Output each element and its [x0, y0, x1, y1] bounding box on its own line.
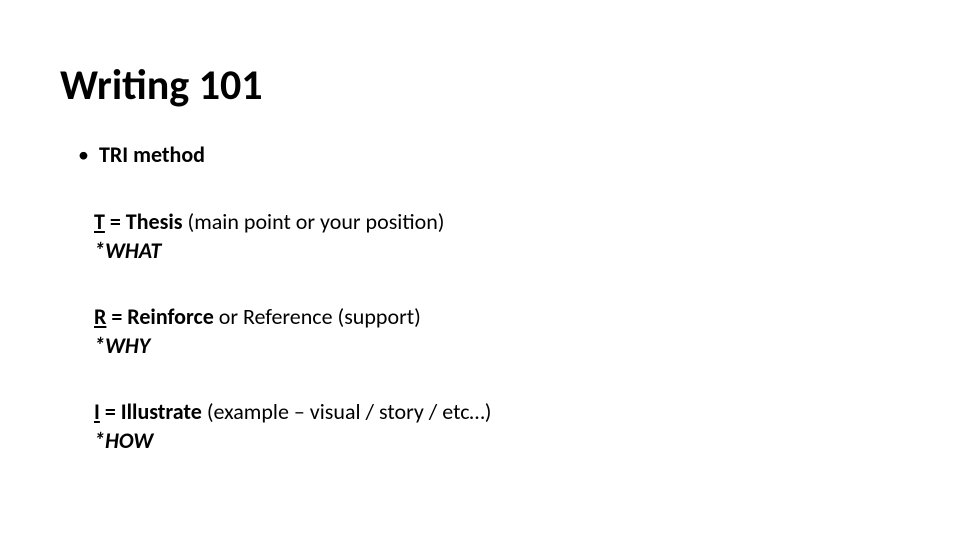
definition-tag: *HOW: [94, 427, 900, 456]
definition-letter: R: [94, 303, 106, 330]
definition-desc: (example – visual / story / etc…): [202, 398, 492, 425]
definition-label: = Illustrate: [100, 398, 202, 425]
definition-label: = Thesis: [105, 208, 183, 235]
definition-tag: *WHY: [94, 332, 900, 361]
definition-line: R = Reinforce or Reference (support): [94, 303, 900, 332]
definition-desc: or Reference (support): [214, 303, 421, 330]
definition-i: I = Illustrate (example – visual / story…: [94, 398, 900, 455]
definition-line: I = Illustrate (example – visual / story…: [94, 398, 900, 427]
definition-t: T = Thesis (main point or your position)…: [94, 208, 900, 265]
definition-tag: *WHAT: [94, 237, 900, 266]
definition-r: R = Reinforce or Reference (support) *WH…: [94, 303, 900, 360]
definition-desc: (main point or your position): [183, 208, 445, 235]
bullet-item: • TRI method: [78, 141, 900, 168]
definition-label: = Reinforce: [106, 303, 213, 330]
definition-line: T = Thesis (main point or your position): [94, 208, 900, 237]
definition-letter: T: [94, 208, 105, 235]
bullet-label: TRI method: [99, 141, 205, 168]
bullet-marker-icon: •: [78, 144, 89, 166]
slide-title: Writing 101: [60, 60, 900, 111]
